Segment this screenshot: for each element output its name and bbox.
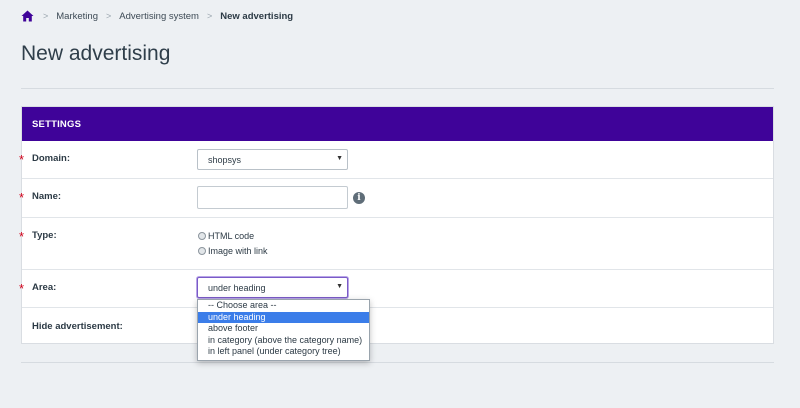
type-label: Type:	[32, 230, 57, 241]
divider	[21, 362, 774, 363]
hide-advertisement-label: Hide advertisement:	[32, 321, 123, 332]
area-select-value: under heading	[208, 282, 266, 293]
caret-down-icon: ▼	[336, 155, 343, 162]
required-marker: *	[19, 152, 25, 167]
area-select[interactable]: under heading ▼	[197, 277, 348, 298]
page-title: New advertising	[21, 42, 171, 65]
settings-header: SETTINGS	[22, 107, 773, 141]
name-input[interactable]	[197, 186, 348, 209]
area-option[interactable]: -- Choose area --	[198, 300, 369, 312]
required-marker: *	[19, 281, 25, 296]
area-dropdown-list[interactable]: -- Choose area -- under heading above fo…	[197, 299, 370, 361]
type-row: * Type: HTML code Image with link	[19, 218, 773, 270]
area-option[interactable]: in left panel (under category tree)	[198, 346, 369, 358]
breadcrumb-link-advertising-system[interactable]: Advertising system	[119, 11, 199, 22]
radio-button[interactable]	[198, 232, 206, 240]
domain-select-value: shopsys	[208, 154, 242, 165]
name-label: Name:	[32, 191, 62, 202]
breadcrumb-link-marketing[interactable]: Marketing	[56, 11, 98, 22]
area-option[interactable]: above footer	[198, 323, 369, 335]
required-marker: *	[19, 190, 25, 205]
name-row: * Name: i	[19, 179, 773, 218]
type-option-html-code[interactable]: HTML code	[198, 231, 254, 241]
area-option[interactable]: in category (above the category name)	[198, 335, 369, 347]
radio-button[interactable]	[198, 247, 206, 255]
domain-row: * Domain: shopsys ▼	[19, 141, 773, 179]
divider	[21, 88, 774, 89]
breadcrumb-separator: >	[206, 11, 213, 21]
radio-label: Image with link	[208, 246, 268, 256]
area-option-highlighted[interactable]: under heading	[198, 311, 369, 323]
radio-label: HTML code	[208, 231, 255, 241]
home-icon[interactable]	[21, 9, 35, 23]
domain-label: Domain:	[32, 153, 70, 164]
area-row: * Area: under heading ▼	[19, 270, 773, 308]
breadcrumb-separator: >	[105, 11, 112, 21]
settings-panel: SETTINGS * Domain: shopsys ▼ * Name: i *…	[19, 106, 774, 344]
breadcrumb-separator: >	[43, 11, 49, 21]
info-icon[interactable]: i	[353, 192, 365, 204]
type-option-image-with-link[interactable]: Image with link	[198, 246, 268, 256]
domain-select[interactable]: shopsys ▼	[197, 149, 348, 170]
caret-down-icon: ▼	[336, 283, 343, 290]
breadcrumb-current: New advertising	[220, 10, 294, 22]
area-label: Area:	[32, 282, 57, 293]
required-marker: *	[19, 229, 25, 244]
breadcrumb: > Marketing > Advertising system > New a…	[21, 8, 293, 24]
hide-row: Hide advertisement:	[22, 308, 773, 344]
